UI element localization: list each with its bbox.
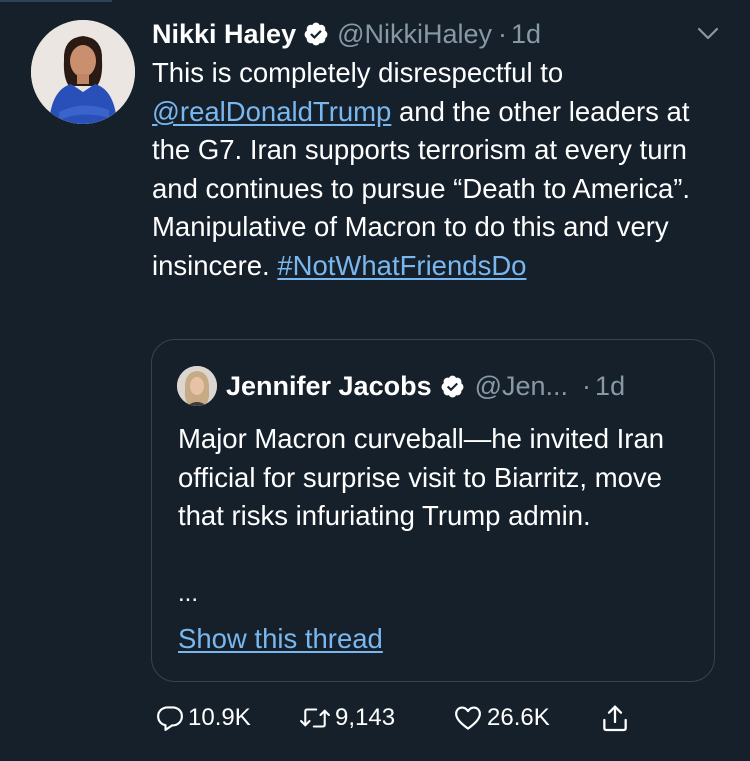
chevron-down-icon[interactable]	[696, 24, 720, 44]
share-button[interactable]	[599, 698, 631, 738]
share-icon	[599, 702, 631, 734]
quoted-author-handle: @Jen...	[474, 370, 569, 401]
separator-dot: ·	[498, 18, 508, 49]
tweet-text-part: This is completely disrespectful to	[152, 57, 564, 88]
reply-button[interactable]: 10.9K	[155, 698, 251, 738]
quoted-tweet-ellipsis: ...	[178, 580, 199, 607]
hashtag-link[interactable]: #NotWhatFriendsDo	[277, 250, 526, 281]
like-icon	[452, 703, 484, 733]
retweet-icon	[298, 703, 332, 733]
quoted-tweet-timestamp: 1d	[595, 370, 626, 401]
reply-count: 10.9K	[188, 704, 251, 731]
separator-dot: ·	[582, 370, 592, 401]
like-button[interactable]: 26.6K	[452, 698, 550, 738]
quoted-tweet-text: Major Macron curveball—he invited Iran o…	[178, 423, 665, 531]
quoted-tweet-header: Jennifer Jacobs @Jen... · 1d	[226, 368, 625, 404]
quoted-author-avatar	[177, 366, 217, 406]
tweet-text: This is completely disrespectful to @rea…	[152, 54, 712, 285]
verified-badge-icon	[440, 374, 465, 399]
reply-icon	[155, 703, 185, 733]
top-divider	[0, 0, 112, 2]
quoted-tweet-card[interactable]: Jennifer Jacobs @Jen... · 1d Major Macro…	[151, 339, 715, 682]
like-count: 26.6K	[487, 704, 550, 731]
show-thread-link[interactable]: Show this thread	[178, 623, 383, 655]
quoted-author-name: Jennifer Jacobs	[226, 370, 432, 401]
author-handle[interactable]: @NikkiHaley	[337, 19, 492, 50]
retweet-button[interactable]: 9,143	[298, 698, 395, 738]
author-avatar[interactable]	[31, 20, 135, 124]
tweet-header: Nikki Haley @NikkiHaley · 1d	[152, 16, 541, 52]
mention-link[interactable]: @realDonaldTrump	[152, 96, 391, 127]
tweet-timestamp[interactable]: 1d	[511, 19, 541, 50]
verified-badge-icon	[303, 21, 329, 47]
retweet-count: 9,143	[335, 704, 396, 731]
author-name[interactable]: Nikki Haley	[152, 19, 296, 50]
